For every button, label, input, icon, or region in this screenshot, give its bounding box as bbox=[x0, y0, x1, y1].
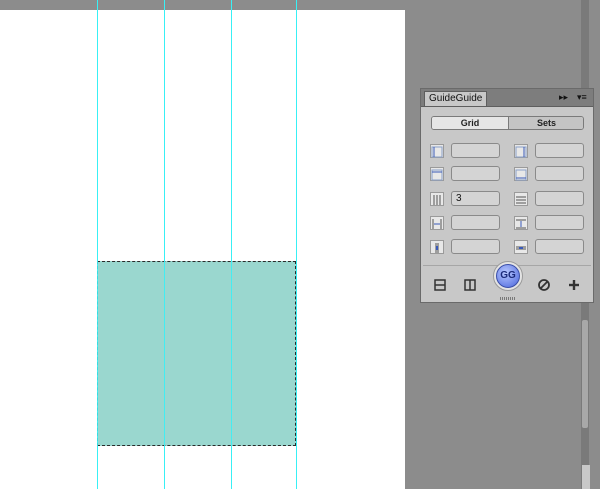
resize-grip[interactable] bbox=[500, 297, 516, 300]
row-gutter-field[interactable] bbox=[535, 239, 584, 254]
horizontal-midpoint-icon[interactable] bbox=[433, 278, 447, 292]
top-margin-icon bbox=[430, 167, 444, 181]
guide-line bbox=[231, 0, 232, 489]
guideguide-panel: GuideGuide ▸▸ ▾≡ Grid Sets 3 GG bbox=[420, 88, 594, 303]
guide-line bbox=[296, 0, 297, 489]
make-grid-button[interactable]: GG bbox=[496, 264, 520, 288]
rows-icon bbox=[514, 192, 528, 206]
panel-title-tab[interactable]: GuideGuide bbox=[424, 91, 487, 106]
column-gutter-field[interactable] bbox=[451, 239, 500, 254]
tab-switcher: Grid Sets bbox=[431, 116, 584, 130]
bottom-margin-field[interactable] bbox=[535, 166, 584, 181]
row-height-icon bbox=[514, 216, 528, 230]
collapse-icon[interactable]: ▸▸ bbox=[559, 91, 568, 103]
rows-field[interactable] bbox=[535, 191, 584, 206]
row-gutter-icon bbox=[514, 240, 528, 254]
columns-icon bbox=[430, 192, 444, 206]
column-width-field[interactable] bbox=[451, 215, 500, 230]
top-margin-field[interactable] bbox=[451, 166, 500, 181]
row-height-field[interactable] bbox=[535, 215, 584, 230]
add-set-icon[interactable] bbox=[567, 278, 581, 292]
right-margin-field[interactable] bbox=[535, 143, 584, 158]
scrollbar-thumb[interactable] bbox=[582, 320, 588, 428]
column-gutter-icon bbox=[430, 240, 444, 254]
columns-field[interactable]: 3 bbox=[451, 191, 500, 206]
scrollbar-end[interactable] bbox=[582, 465, 590, 489]
left-margin-field[interactable] bbox=[451, 143, 500, 158]
column-width-icon bbox=[430, 216, 444, 230]
vertical-midpoint-icon[interactable] bbox=[463, 278, 477, 292]
panel-header: GuideGuide ▸▸ ▾≡ bbox=[421, 89, 593, 107]
left-margin-icon bbox=[430, 144, 444, 158]
tab-grid[interactable]: Grid bbox=[432, 117, 509, 129]
guide-line bbox=[164, 0, 165, 489]
right-margin-icon bbox=[514, 144, 528, 158]
tab-sets[interactable]: Sets bbox=[509, 117, 583, 129]
guide-line bbox=[97, 0, 98, 489]
panel-menu-icon[interactable]: ▾≡ bbox=[577, 91, 587, 103]
marquee-selection[interactable] bbox=[97, 261, 296, 446]
clear-guides-icon[interactable] bbox=[537, 278, 551, 292]
bottom-margin-icon bbox=[514, 167, 528, 181]
